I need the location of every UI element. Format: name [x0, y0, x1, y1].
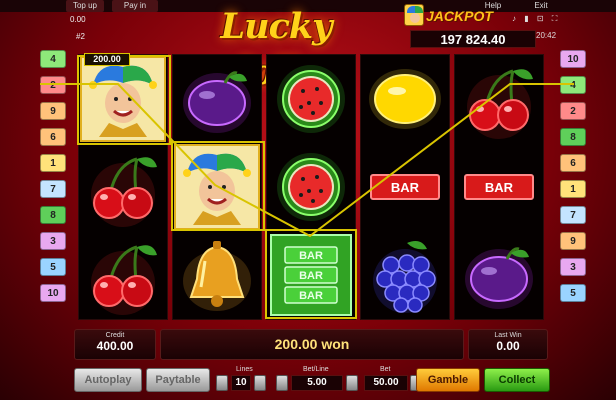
reel-2 — [172, 54, 262, 320]
credit-panel: Credit 400.00 — [74, 329, 156, 360]
last-win-label: Last Win — [494, 332, 522, 339]
exit-button[interactable]: Exit — [528, 0, 554, 12]
gamble-button[interactable]: Gamble — [416, 368, 480, 392]
lemon-symbol-icon — [361, 55, 449, 143]
line-win-value: 200.00 — [84, 53, 130, 66]
left-line-badge: 2 — [40, 76, 66, 94]
right-line-badge: 6 — [560, 154, 586, 172]
bet-value: 50.00 — [364, 375, 408, 391]
jackpot-joker-icon — [404, 4, 424, 26]
bet-line-decrease-button[interactable] — [276, 375, 288, 391]
reel-1 — [78, 54, 168, 320]
bar-symbol-text: BAR — [299, 270, 323, 282]
bar-symbol-text: BAR — [299, 250, 323, 262]
balance-readout: 0.00 — [70, 15, 86, 24]
right-line-badge: 2 — [560, 102, 586, 120]
bar-symbol-text: BAR — [391, 180, 420, 195]
reel-5: BAR — [454, 54, 544, 320]
joker-symbol-icon — [173, 143, 261, 231]
watermelon-symbol-icon — [267, 55, 355, 143]
plum-symbol-icon — [173, 55, 261, 143]
paytable-button[interactable]: Paytable — [146, 368, 210, 392]
lines-value: 10 — [231, 375, 251, 391]
left-line-badge: 10 — [40, 284, 66, 302]
cherry-symbol-icon — [455, 55, 543, 143]
bar-symbol-text: BAR — [299, 290, 323, 302]
last-win-value: 0.00 — [496, 339, 520, 353]
left-line-badge: 5 — [40, 258, 66, 276]
right-line-badge: 5 — [560, 284, 586, 302]
status-icons[interactable]: ♪ ▮ ⊡ ⛶ — [512, 14, 560, 24]
joker-symbol-icon — [79, 55, 167, 143]
lines-decrease-button[interactable] — [216, 375, 228, 391]
right-line-badge: 1 — [560, 180, 586, 198]
left-line-badge: 4 — [40, 50, 66, 68]
left-line-badge: 9 — [40, 102, 66, 120]
last-win-panel: Last Win 0.00 — [468, 329, 548, 360]
cherry-symbol-icon — [79, 143, 167, 231]
plum-symbol-icon — [455, 231, 543, 319]
lines-increase-button[interactable] — [254, 375, 266, 391]
credit-label: Credit — [105, 332, 125, 339]
pay-in-button[interactable]: Pay in — [112, 0, 158, 12]
jackpot-value: 197 824.40 — [410, 30, 536, 48]
cherry-symbol-icon — [79, 231, 167, 319]
left-line-badge: 8 — [40, 206, 66, 224]
bet-line-value: 5.00 — [291, 375, 343, 391]
bet-line-increase-button[interactable] — [346, 375, 358, 391]
clock: 20:42 — [536, 31, 557, 40]
grapes-symbol-icon — [361, 231, 449, 319]
autoplay-button[interactable]: Autoplay — [74, 368, 142, 392]
top-up-button[interactable]: Top up — [66, 0, 104, 12]
left-line-badge: 6 — [40, 128, 66, 146]
watermelon-symbol-icon — [267, 143, 355, 231]
right-line-badge: 8 — [560, 128, 586, 146]
game-logo: Lucky Jolly — [220, 6, 333, 93]
game-number: #2 — [76, 32, 85, 41]
right-line-badge: 7 — [560, 206, 586, 224]
bar-symbol-icon: BAR — [455, 143, 543, 231]
bar3-symbol-icon: BAR BAR BAR — [267, 231, 355, 319]
right-line-badge: 9 — [560, 232, 586, 250]
bar-symbol-icon: BAR — [361, 143, 449, 231]
lines-label: Lines — [236, 366, 253, 373]
bar-symbol-text: BAR — [485, 180, 514, 195]
jackpot-label: JACKPOT — [426, 8, 493, 24]
bell-symbol-icon — [173, 231, 261, 319]
win-message: 200.00 won — [160, 329, 464, 360]
reel-3: BAR BAR BAR — [266, 54, 356, 320]
collect-button[interactable]: Collect — [484, 368, 550, 392]
reel-4: BAR — [360, 54, 450, 320]
bet-label: Bet — [380, 366, 391, 373]
right-line-badge: 3 — [560, 258, 586, 276]
credit-value: 400.00 — [96, 339, 134, 353]
right-line-badge: 10 — [560, 50, 586, 68]
left-line-badge: 3 — [40, 232, 66, 250]
left-line-badge: 7 — [40, 180, 66, 198]
bet-line-label: Bet/Line — [303, 366, 329, 373]
left-line-badge: 1 — [40, 154, 66, 172]
right-line-badge: 4 — [560, 76, 586, 94]
